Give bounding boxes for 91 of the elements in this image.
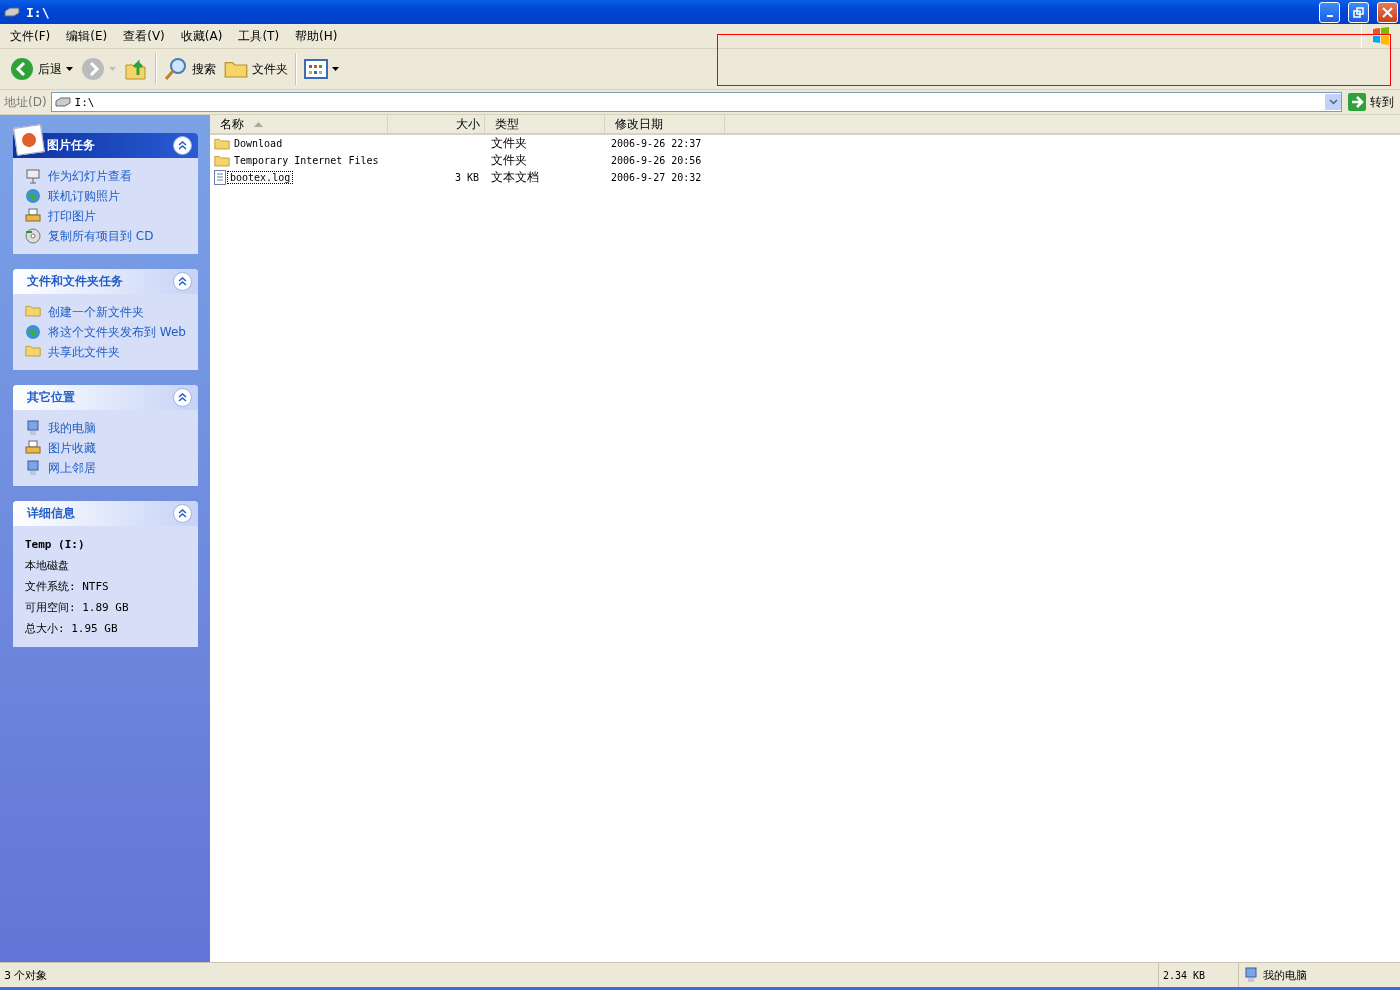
table-cell-text: 3 KB [453, 172, 480, 183]
go-button[interactable]: 转到 [1346, 93, 1396, 111]
panel-title: 文件和文件夹任务 [27, 273, 124, 290]
detail-text: 文件系统: NTFS [25, 579, 110, 595]
column-header[interactable]: 修改日期 [605, 115, 725, 133]
collapse-button[interactable] [173, 272, 192, 291]
folders-button[interactable]: 文件夹 [220, 52, 292, 86]
dropdown-button[interactable] [1325, 94, 1341, 110]
folder-up-arrow-icon [124, 57, 148, 81]
panel-title: 详细信息 [27, 505, 76, 522]
sort-arrow-icon [254, 121, 263, 127]
chevron-icon [178, 393, 187, 402]
collapse-button[interactable] [173, 388, 192, 407]
close-icon [1382, 6, 1393, 18]
table-cell-text: 2006-9-26 20:56 [610, 155, 703, 166]
search-icon [164, 57, 188, 81]
file-name[interactable]: Temporary Internet Files [231, 154, 382, 167]
address-field[interactable]: I:\ [50, 92, 1342, 112]
menu-item[interactable]: 收藏(A) [174, 25, 229, 47]
chevron-down-icon [1328, 99, 1338, 105]
window-title: I:\ [26, 4, 51, 20]
menu-item[interactable]: 编辑(E) [60, 25, 114, 47]
computer-icon [1243, 967, 1259, 983]
restore-icon [1353, 6, 1364, 18]
menu-item[interactable]: 查看(V) [117, 25, 171, 47]
minimize-icon [1326, 15, 1333, 17]
detail-text: 总大小: 1.95 GB [25, 621, 119, 637]
drive-icon [4, 7, 20, 17]
chevron-icon [178, 509, 187, 518]
menu-item[interactable]: 帮助(H) [289, 25, 344, 47]
folder-icon [224, 59, 248, 79]
projector-screen-icon [25, 168, 41, 184]
task-link[interactable]: 复制所有项目到 CD [25, 228, 190, 244]
close-button[interactable] [1377, 1, 1398, 23]
task-link[interactable]: 作为幻灯片查看 [25, 168, 190, 184]
status-text: 3 个对象 [4, 967, 48, 983]
folder-icon [25, 344, 41, 357]
folder-icon [25, 304, 41, 317]
cd-icon [25, 228, 41, 244]
collapse-button[interactable] [173, 504, 192, 523]
picture-icon [13, 124, 45, 156]
globe-icon [25, 324, 41, 340]
task-link[interactable]: 联机订购照片 [25, 188, 190, 204]
status-text: 2.34 KB [1163, 969, 1206, 981]
printer-icon [25, 440, 41, 456]
folder-icon [214, 154, 230, 167]
chevron-icon [178, 277, 187, 286]
task-link[interactable]: 创建一个新文件夹 [25, 304, 190, 320]
caret-icon [66, 67, 73, 71]
panel-title: 图片任务 [47, 137, 96, 154]
caret-icon [332, 67, 339, 71]
search-button[interactable]: 搜索 [160, 52, 220, 86]
folder-icon [214, 137, 230, 150]
task-link[interactable]: 共享此文件夹 [25, 344, 190, 360]
panel-title: 其它位置 [27, 389, 76, 406]
table-cell-text: 文件夹 [490, 135, 528, 152]
drive-icon [54, 97, 71, 107]
back-button[interactable]: 后退 [6, 52, 77, 86]
detail-text: 本地磁盘 [25, 558, 70, 574]
status-text: 我的电脑 [1263, 967, 1307, 983]
printer-icon [25, 208, 41, 224]
task-link[interactable]: 打印图片 [25, 208, 190, 224]
text-file-icon [214, 170, 226, 185]
menu-item[interactable]: 文件(F) [4, 25, 57, 47]
collapse-button[interactable] [173, 136, 192, 155]
computer-icon [25, 460, 41, 476]
address-label: 地址(D) [4, 93, 47, 111]
task-link[interactable]: 我的电脑 [25, 420, 190, 436]
column-header[interactable]: 类型 [485, 115, 605, 133]
file-name[interactable]: Download [231, 137, 286, 150]
caret-icon [109, 67, 116, 71]
detail-text: 可用空间: 1.89 GB [25, 600, 130, 616]
menu-item[interactable]: 工具(T) [232, 25, 286, 47]
task-link[interactable]: 图片收藏 [25, 440, 190, 456]
globe-icon [25, 188, 41, 204]
table-cell-text: 2006-9-27 20:32 [610, 172, 703, 183]
table-cell-text: 文件夹 [490, 152, 528, 169]
table-cell-text: 2006-9-26 22:37 [610, 138, 703, 149]
restore-button[interactable] [1348, 1, 1369, 23]
minimize-button[interactable] [1319, 1, 1340, 23]
go-arrow-icon [1348, 93, 1366, 111]
detail-text: Temp (I:) [25, 537, 86, 553]
task-link[interactable]: 网上邻居 [25, 460, 190, 476]
task-link[interactable]: 将这个文件夹发布到 Web [25, 324, 190, 340]
file-name[interactable]: bootex.log [227, 171, 294, 184]
column-header[interactable]: 名称 [210, 115, 388, 133]
table-cell-text: 文本文档 [490, 169, 540, 186]
computer-icon [25, 420, 41, 436]
column-header[interactable]: 大小 [388, 115, 485, 133]
chevron-icon [178, 141, 187, 150]
views-grid-icon [304, 59, 328, 79]
